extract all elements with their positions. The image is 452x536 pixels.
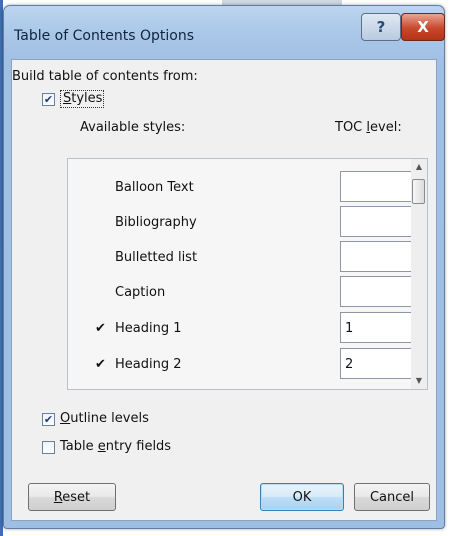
style-row-bulletted-list[interactable]: Bulletted list <box>68 241 424 277</box>
dialog-title: Table of Contents Options <box>14 28 195 44</box>
style-row-balloon-text[interactable]: Balloon Text <box>68 171 424 207</box>
scroll-down-icon[interactable]: ▼ <box>411 373 427 389</box>
build-from-label: Build table of contents from: <box>12 69 198 84</box>
available-styles-header: Available styles: <box>80 120 186 135</box>
close-button[interactable]: X <box>401 13 445 41</box>
styles-list-viewport: Balloon Text Bibliography Bulletted list… <box>68 159 424 389</box>
available-styles-list[interactable]: Balloon Text Bibliography Bulletted list… <box>67 158 428 390</box>
style-in-use-check-icon: ✔ <box>95 357 106 372</box>
styles-checkbox[interactable]: ✔ <box>42 93 55 106</box>
outline-levels-checkbox[interactable]: ✔ <box>42 413 55 426</box>
style-in-use-check-icon: ✔ <box>95 321 106 336</box>
style-row-heading-2[interactable]: ✔ Heading 2 2 <box>68 348 424 384</box>
reset-button[interactable]: Reset <box>28 483 116 511</box>
ok-button[interactable]: OK <box>260 483 344 511</box>
cancel-button[interactable]: Cancel <box>354 483 430 511</box>
style-name: Bulletted list <box>115 250 198 265</box>
styles-check-mark: ✔ <box>43 93 54 106</box>
styles-list-scrollbar[interactable]: ▲ ▼ <box>411 159 427 389</box>
toc-options-dialog: Table of Contents Options ? X Build tabl… <box>3 5 445 529</box>
help-icon: ? <box>376 18 386 36</box>
outline-levels-label[interactable]: Outline levels <box>60 411 149 426</box>
style-name: Bibliography <box>115 215 197 230</box>
reset-button-label: Reset <box>53 489 91 505</box>
scrollbar-thumb[interactable] <box>412 179 425 204</box>
outline-levels-check-mark: ✔ <box>43 413 54 426</box>
style-row-bibliography[interactable]: Bibliography <box>68 206 424 242</box>
dialog-body: Build table of contents from: ✔ Styles A… <box>11 59 437 521</box>
style-name: Heading 1 <box>115 321 182 336</box>
styles-label[interactable]: Styles <box>63 91 102 106</box>
toc-level-header: TOC level: <box>335 120 402 135</box>
style-name: Caption <box>115 285 166 300</box>
style-name: Heading 2 <box>115 357 182 372</box>
table-entry-fields-label[interactable]: Table entry fields <box>60 439 171 454</box>
title-bar[interactable]: Table of Contents Options ? X <box>4 6 445 58</box>
close-icon: X <box>417 18 429 36</box>
help-button[interactable]: ? <box>361 13 401 41</box>
table-entry-fields-checkbox[interactable] <box>42 441 55 454</box>
scroll-up-icon[interactable]: ▲ <box>411 159 427 175</box>
style-row-heading-1[interactable]: ✔ Heading 1 1 <box>68 312 424 348</box>
style-name: Balloon Text <box>115 180 194 195</box>
style-row-caption[interactable]: Caption <box>68 276 424 312</box>
